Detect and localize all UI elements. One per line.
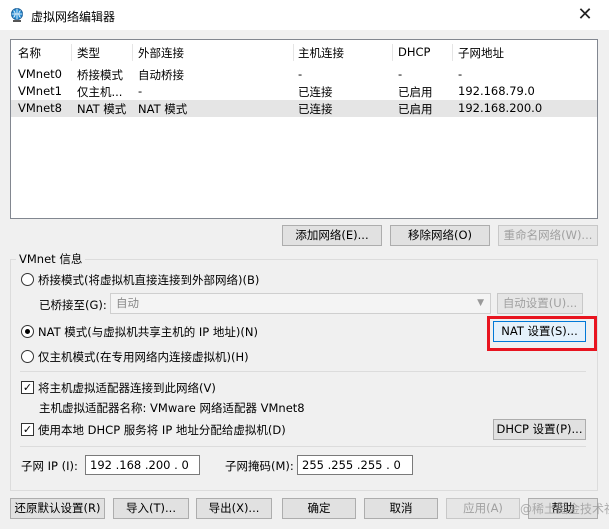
chevron-down-icon: ▼ (477, 298, 484, 308)
cell-external: 自动桥接 (138, 68, 184, 82)
table-row[interactable]: VMnet0 桥接模式 自动桥接 - - - (11, 66, 597, 83)
table-row[interactable]: VMnet1 仅主机... - 已连接 已启用 192.168.79.0 (11, 83, 597, 100)
network-globe-icon (11, 8, 23, 22)
cell-type: 桥接模式 (77, 68, 123, 82)
cell-type: NAT 模式 (77, 102, 127, 116)
network-list[interactable]: 名称 类型 外部连接 主机连接 DHCP 子网地址 VMnet0 桥接模式 自动… (10, 39, 598, 219)
close-icon[interactable]: ✕ (572, 3, 598, 27)
table-row-selected[interactable]: VMnet8 NAT 模式 NAT 模式 已连接 已启用 192.168.200… (11, 100, 597, 117)
connect-adapter-checkbox[interactable]: ✓ (21, 381, 34, 394)
cell-type: 仅主机... (77, 85, 123, 99)
apply-button[interactable]: 应用(A) (446, 498, 520, 519)
cell-host: 已连接 (298, 102, 333, 116)
subnet-ip-label: 子网 IP (I): (21, 459, 78, 473)
host-only-label[interactable]: 仅主机模式(在专用网络内连接虚拟机)(H) (38, 349, 249, 365)
cell-dhcp: 已启用 (398, 102, 433, 116)
add-network-button[interactable]: 添加网络(E)... (282, 225, 382, 246)
cell-host: 已连接 (298, 85, 333, 99)
cell-subnet: 192.168.200.0 (458, 101, 543, 115)
cell-name: VMnet8 (18, 101, 62, 115)
column-header-dhcp[interactable]: DHCP (398, 45, 430, 59)
adapter-name-text: 主机虚拟适配器名称: VMware 网络适配器 VMnet8 (39, 401, 305, 415)
vmnet-info-label: VMnet 信息 (16, 251, 86, 267)
connect-adapter-label[interactable]: 将主机虚拟适配器连接到此网络(V) (38, 380, 216, 396)
cell-host: - (298, 67, 303, 81)
column-header-subnet[interactable]: 子网地址 (458, 45, 504, 61)
host-only-radio[interactable] (21, 350, 34, 363)
cell-name: VMnet0 (18, 67, 62, 81)
bridged-to-value: 自动 (116, 296, 139, 310)
highlight-box (487, 316, 597, 351)
nat-mode-label[interactable]: NAT 模式(与虚拟机共享主机的 IP 地址)(N) (38, 324, 258, 340)
dhcp-label[interactable]: 使用本地 DHCP 服务将 IP 地址分配给虚拟机(D) (38, 422, 286, 438)
column-header-type[interactable]: 类型 (77, 45, 100, 61)
divider (20, 371, 586, 372)
subnet-mask-input[interactable]: 255 .255 .255 . 0 (297, 455, 413, 475)
cell-dhcp: - (398, 67, 403, 81)
column-header-external[interactable]: 外部连接 (138, 45, 184, 61)
dhcp-settings-button[interactable]: DHCP 设置(P)... (493, 419, 586, 440)
subnet-ip-input[interactable]: 192 .168 .200 . 0 (85, 455, 200, 475)
subnet-mask-label: 子网掩码(M): (225, 459, 294, 473)
bridged-to-label: 已桥接至(G): (39, 298, 107, 312)
cell-external: - (138, 84, 143, 98)
import-button[interactable]: 导入(T)... (113, 498, 189, 519)
cell-subnet: - (458, 67, 463, 81)
cell-name: VMnet1 (18, 84, 62, 98)
bridged-mode-label[interactable]: 桥接模式(将虚拟机直接连接到外部网络)(B) (38, 272, 259, 288)
bridged-to-select[interactable]: 自动 ▼ (110, 293, 491, 314)
remove-network-button[interactable]: 移除网络(O) (390, 225, 490, 246)
rename-network-button[interactable]: 重命名网络(W)... (498, 225, 598, 246)
restore-defaults-button[interactable]: 还原默认设置(R) (10, 498, 105, 519)
ok-button[interactable]: 确定 (282, 498, 356, 519)
window-title: 虚拟网络编辑器 (31, 10, 116, 24)
cancel-button[interactable]: 取消 (364, 498, 438, 519)
dhcp-checkbox[interactable]: ✓ (21, 423, 34, 436)
list-header: 名称 类型 外部连接 主机连接 DHCP 子网地址 (11, 44, 597, 61)
cell-external: NAT 模式 (138, 102, 188, 116)
watermark: @稀土掘金技术社区 (520, 502, 609, 516)
bridged-mode-radio[interactable] (21, 273, 34, 286)
column-header-host[interactable]: 主机连接 (298, 45, 344, 61)
export-button[interactable]: 导出(X)... (196, 498, 272, 519)
column-header-name[interactable]: 名称 (18, 45, 41, 61)
nat-mode-radio[interactable] (21, 325, 34, 338)
auto-settings-button[interactable]: 自动设置(U)... (497, 293, 583, 314)
cell-subnet: 192.168.79.0 (458, 84, 535, 98)
divider (20, 446, 586, 447)
cell-dhcp: 已启用 (398, 85, 433, 99)
